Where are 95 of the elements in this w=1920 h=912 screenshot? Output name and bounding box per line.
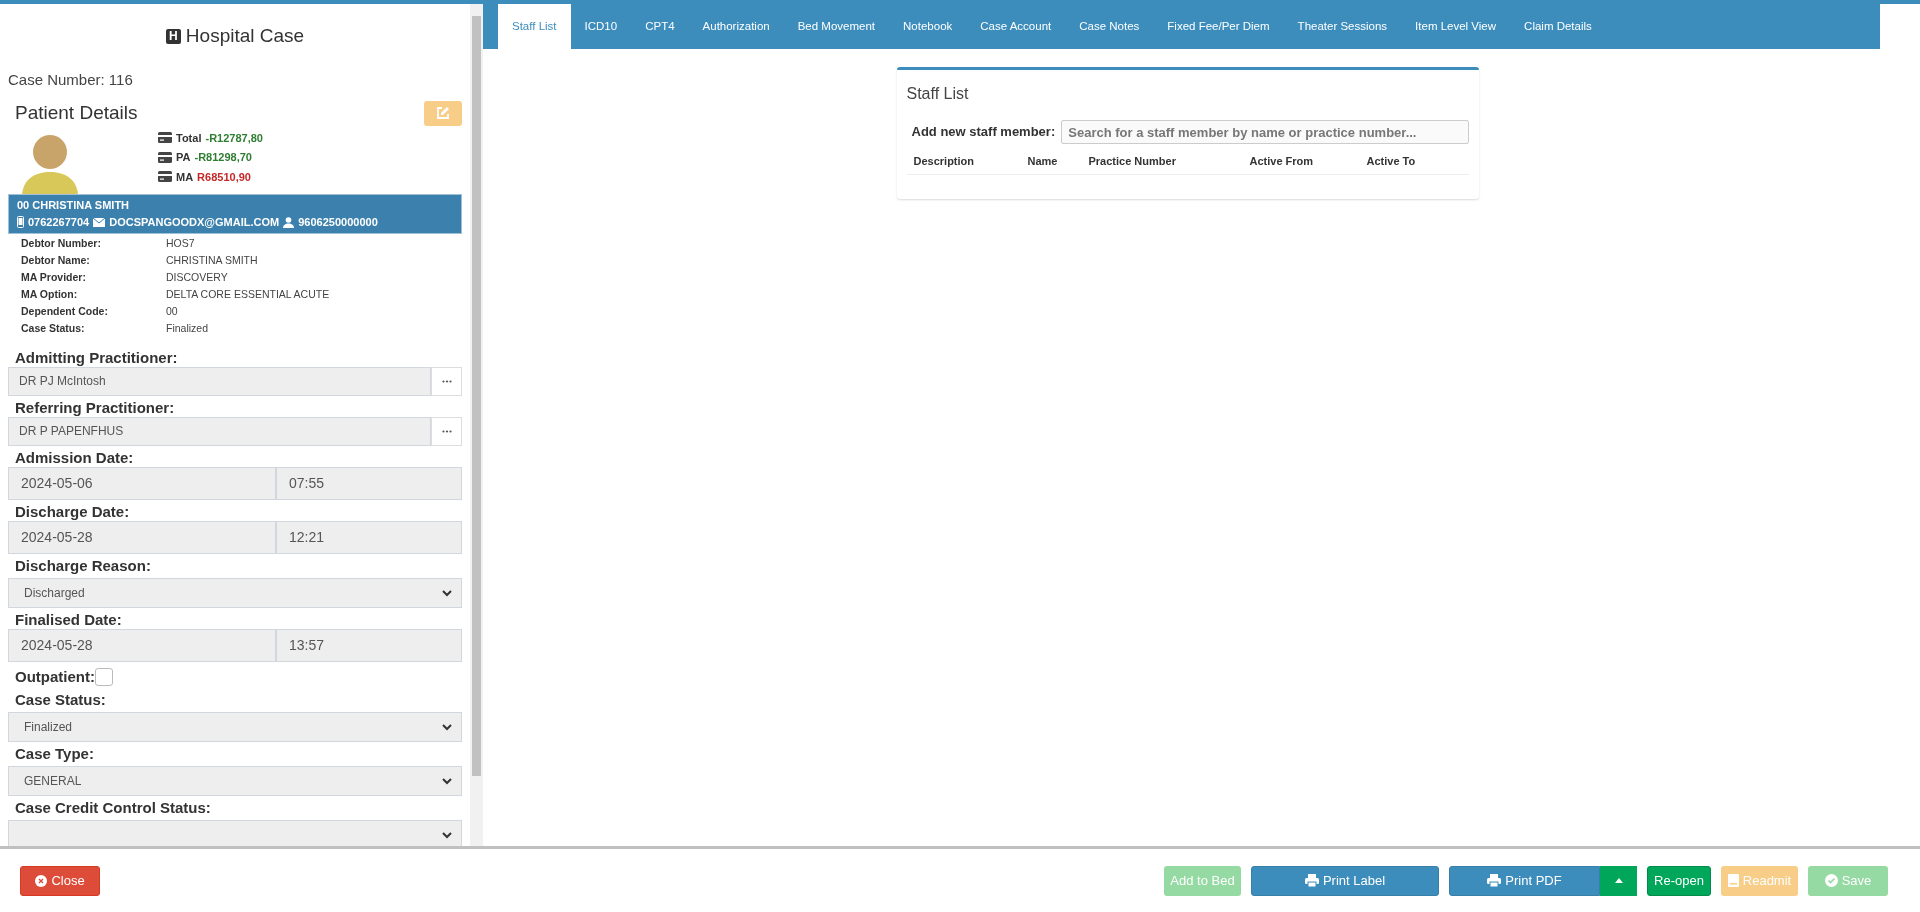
tab[interactable]: Fixed Fee/Per Diem bbox=[1153, 4, 1284, 49]
balance-label: Total bbox=[176, 130, 202, 146]
detail-value: DISCOVERY bbox=[166, 270, 228, 286]
tab[interactable]: Case Notes bbox=[1065, 4, 1154, 49]
detail-value: 00 bbox=[166, 304, 178, 320]
book-icon bbox=[1727, 874, 1739, 887]
staff-search-field[interactable]: Search for a staff member by name or practice number... bbox=[1061, 120, 1469, 144]
balance-amount: R68510,90 bbox=[197, 169, 251, 185]
dropdown-toggle-button[interactable] bbox=[1600, 865, 1637, 896]
column-header: Description bbox=[913, 154, 975, 169]
practitioner-field[interactable]: DR PJ McIntosh bbox=[8, 366, 431, 396]
balance-amount: -R81298,70 bbox=[194, 150, 252, 165]
field-label: Discharge Date: bbox=[14, 503, 131, 520]
select-field[interactable]: Discharged bbox=[8, 577, 462, 608]
patient-name: 00 CHRISTINA SMITH bbox=[17, 197, 131, 213]
printer-icon bbox=[1487, 874, 1502, 887]
lookup-button[interactable] bbox=[431, 416, 462, 446]
field-label: Case Type: bbox=[14, 746, 95, 762]
field-label: Case Credit Control Status: bbox=[14, 800, 212, 816]
time-field[interactable]: 13:57 bbox=[276, 628, 462, 662]
practitioner-field[interactable]: DR P PAPENFHUS bbox=[8, 416, 431, 446]
checkbox[interactable] bbox=[95, 667, 113, 686]
time-field[interactable]: 12:21 bbox=[276, 520, 462, 554]
panel-title: Hospital Case bbox=[185, 24, 305, 48]
detail-value: DELTA CORE ESSENTIAL ACUTE bbox=[166, 287, 330, 303]
column-header: Active To bbox=[1366, 154, 1417, 169]
detail-label: Case Status: bbox=[21, 321, 86, 337]
balance-label: PA bbox=[176, 150, 191, 165]
user-icon bbox=[283, 216, 295, 228]
reopen-button[interactable]: Re-open bbox=[1647, 865, 1711, 896]
patient-id-number: 9606250000000 bbox=[298, 215, 378, 230]
detail-label: Debtor Number: bbox=[21, 236, 102, 252]
tab[interactable]: Theater Sessions bbox=[1283, 4, 1402, 49]
tab[interactable]: Notebook bbox=[889, 4, 967, 49]
ellipsis-icon bbox=[441, 429, 452, 433]
printer-icon bbox=[1304, 874, 1319, 887]
tab[interactable]: Case Account bbox=[966, 4, 1066, 49]
detail-label: MA Option: bbox=[21, 287, 79, 303]
chevron-down-icon bbox=[441, 721, 453, 733]
tab[interactable]: ICD10 bbox=[570, 4, 632, 49]
mobile-phone-icon bbox=[17, 216, 24, 229]
select-field[interactable]: Finalized bbox=[8, 712, 462, 742]
credit-card-icon bbox=[158, 151, 172, 163]
lookup-button[interactable] bbox=[431, 366, 462, 396]
close-button[interactable]: Close bbox=[20, 865, 100, 896]
print-pdf-button[interactable]: Print PDF bbox=[1449, 865, 1600, 896]
time-field[interactable]: 07:55 bbox=[276, 466, 462, 500]
card-title: Staff List bbox=[906, 84, 970, 104]
print-label-button[interactable]: Print Label bbox=[1251, 865, 1439, 896]
chevron-down-icon bbox=[441, 829, 453, 841]
ellipsis-icon bbox=[441, 379, 452, 383]
add-staff-label: Add new staff member: bbox=[911, 123, 1056, 142]
chevron-down-icon bbox=[441, 775, 453, 787]
caret-up-icon bbox=[1614, 878, 1623, 883]
date-field[interactable]: 2024-05-06 bbox=[8, 466, 276, 500]
detail-value: Finalized bbox=[166, 321, 209, 337]
detail-value: HOS7 bbox=[166, 236, 195, 252]
close-circle-icon bbox=[35, 874, 48, 887]
tab[interactable]: Item Level View bbox=[1401, 4, 1511, 49]
check-circle-icon bbox=[1824, 874, 1838, 887]
field-label: Case Status: bbox=[14, 692, 107, 708]
tab[interactable]: Authorization bbox=[688, 4, 784, 49]
scrollbar[interactable] bbox=[470, 4, 483, 846]
balance-label: MA bbox=[176, 169, 194, 185]
patient-phone: 0762267704 bbox=[28, 215, 90, 230]
tab[interactable]: Staff List bbox=[498, 4, 571, 49]
credit-card-icon bbox=[158, 171, 172, 183]
tab[interactable]: Bed Movement bbox=[783, 4, 890, 49]
field-label: Admitting Practitioner: bbox=[14, 349, 179, 366]
field-label: Discharge Reason: bbox=[14, 557, 152, 574]
detail-label: MA Provider: bbox=[21, 270, 87, 286]
date-field[interactable]: 2024-05-28 bbox=[8, 520, 276, 554]
select-field[interactable] bbox=[8, 820, 462, 846]
field-label: Admission Date: bbox=[14, 449, 135, 466]
select-field[interactable]: GENERAL bbox=[8, 766, 462, 796]
detail-value: CHRISTINA SMITH bbox=[166, 253, 258, 269]
field-label: Finalised Date: bbox=[14, 611, 123, 628]
envelope-icon bbox=[93, 217, 106, 227]
patient-email: DOCSPANGOODX@GMAIL.COM bbox=[109, 215, 280, 230]
case-number: Case Number: 116 bbox=[8, 69, 134, 90]
column-header: Name bbox=[1027, 154, 1059, 169]
detail-label: Dependent Code: bbox=[21, 304, 109, 320]
hospital-icon: H bbox=[165, 28, 181, 44]
credit-card-icon bbox=[158, 132, 172, 144]
detail-label: Debtor Name: bbox=[21, 253, 91, 269]
column-header: Active From bbox=[1249, 154, 1315, 169]
field-label: Referring Practitioner: bbox=[14, 399, 176, 416]
tab[interactable]: Claim Details bbox=[1510, 4, 1606, 49]
section-title: Patient Details bbox=[15, 101, 138, 125]
column-header: Practice Number bbox=[1088, 154, 1177, 169]
date-field[interactable]: 2024-05-28 bbox=[8, 628, 276, 662]
edit-icon bbox=[436, 106, 450, 121]
field-label: Outpatient: bbox=[14, 666, 95, 687]
tab[interactable]: CPT4 bbox=[631, 4, 689, 49]
balance-amount: -R12787,80 bbox=[205, 130, 263, 146]
